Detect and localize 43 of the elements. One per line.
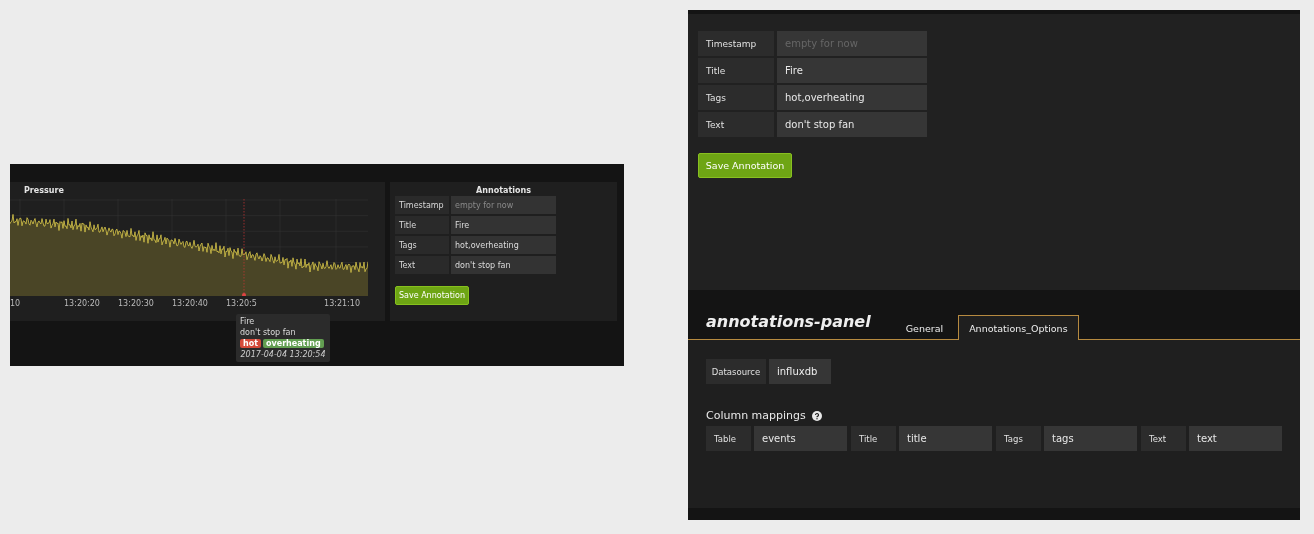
field-label: Timestamp <box>395 196 449 214</box>
field-label: Title <box>395 216 449 234</box>
panel-title: annotations-panel <box>706 312 871 331</box>
section-title: Column mappings <box>706 409 806 422</box>
field-label: Timestamp <box>698 31 774 56</box>
input-field[interactable]: empty for now <box>451 196 556 214</box>
field-label: Title <box>851 426 896 451</box>
input-field[interactable]: hot,overheating <box>777 85 927 110</box>
input-field[interactable]: hot,overheating <box>451 236 556 254</box>
datasource-select[interactable]: influxdb <box>769 359 831 384</box>
field-label: Tags <box>996 426 1041 451</box>
input-field[interactable]: tags <box>1044 426 1137 451</box>
axis-label: 13:20:20 <box>64 299 101 308</box>
tab[interactable]: Annotations_Options <box>958 315 1079 340</box>
field-label: Text <box>698 112 774 137</box>
tooltip-title: Fire <box>240 317 256 326</box>
input-field[interactable]: title <box>899 426 992 451</box>
panel-title: Pressure <box>23 185 65 197</box>
field-label: Tags <box>395 236 449 254</box>
help-icon[interactable] <box>811 410 822 421</box>
field-label: Text <box>1141 426 1186 451</box>
field-label: Title <box>698 58 774 83</box>
tag: hot <box>240 339 261 348</box>
axis-label: 13:20:5 <box>226 299 258 308</box>
tooltip-time: 2017-04-04 13:20:54 <box>240 350 326 359</box>
input-field[interactable]: events <box>754 426 847 451</box>
input-field[interactable]: Fire <box>451 216 556 234</box>
panel-title: Annotations <box>475 185 532 195</box>
axis-label: 13:21:10 <box>324 299 360 308</box>
input-field[interactable]: Fire <box>777 58 927 83</box>
input-field[interactable]: don't stop fan <box>451 256 556 274</box>
field-label: Text <box>395 256 449 274</box>
axis-label: 13:20:30 <box>118 299 155 308</box>
tag: overheating <box>263 339 324 348</box>
tooltip-text: don't stop fan <box>240 328 297 337</box>
field-label: Datasource <box>706 359 766 384</box>
input-field[interactable]: text <box>1189 426 1282 451</box>
field-label: Tags <box>698 85 774 110</box>
tab[interactable]: General <box>894 315 955 340</box>
field-label: Table <box>706 426 751 451</box>
axis-label: 10 <box>10 299 22 308</box>
axis-label: 13:20:40 <box>172 299 209 308</box>
input-field[interactable]: don't stop fan <box>777 112 927 137</box>
